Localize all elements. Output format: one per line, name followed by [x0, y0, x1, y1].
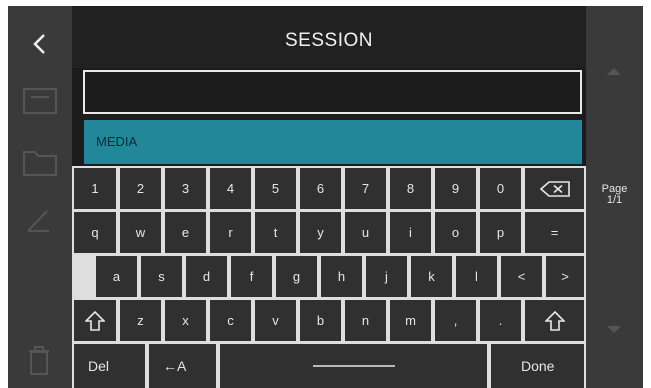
key-6[interactable]: 6	[300, 168, 341, 209]
key-9[interactable]: 9	[435, 168, 476, 209]
key-w[interactable]: w	[120, 212, 161, 253]
on-screen-keyboard: 1 2 3 4 5 6 7 8 9 0 q w e r t y u i o p …	[72, 166, 586, 388]
key-z[interactable]: z	[120, 300, 161, 341]
key-2[interactable]: 2	[120, 168, 161, 209]
case-toggle-key[interactable]: ←A	[149, 344, 216, 388]
key-j[interactable]: j	[366, 256, 407, 297]
shift-icon	[85, 310, 105, 331]
key-t[interactable]: t	[255, 212, 296, 253]
key-n[interactable]: n	[345, 300, 386, 341]
suggestion-item-media[interactable]: MEDIA	[84, 120, 582, 164]
key-1[interactable]: 1	[74, 168, 116, 209]
key-f[interactable]: f	[231, 256, 272, 297]
key-5[interactable]: 5	[255, 168, 296, 209]
key-i[interactable]: i	[390, 212, 431, 253]
done-button[interactable]: Done	[491, 344, 584, 388]
backspace-key[interactable]	[525, 168, 584, 209]
key-greater-than[interactable]: >	[546, 256, 584, 297]
key-7[interactable]: 7	[345, 168, 386, 209]
back-button[interactable]	[28, 32, 52, 56]
page-title: SESSION	[285, 30, 373, 51]
chevron-left-icon	[33, 34, 45, 54]
document-icon[interactable]	[23, 88, 57, 114]
key-d[interactable]: d	[186, 256, 227, 297]
space-key[interactable]	[220, 344, 487, 388]
triangle-down-icon[interactable]	[607, 326, 621, 333]
trash-icon[interactable]	[28, 346, 50, 376]
session-screen: SESSION MEDIA 1 2 3 4 5 6 7 8 9 0 q w e …	[8, 6, 643, 388]
pencil-icon[interactable]	[25, 206, 53, 234]
key-x[interactable]: x	[165, 300, 206, 341]
backspace-icon	[539, 180, 570, 197]
key-equals[interactable]: =	[525, 212, 584, 253]
page-indicator: Page 1/1	[586, 184, 643, 206]
key-u[interactable]: u	[345, 212, 386, 253]
key-s[interactable]: s	[141, 256, 182, 297]
right-rail: Page 1/1	[586, 6, 643, 388]
header: SESSION	[72, 6, 586, 68]
text-input[interactable]	[83, 70, 582, 114]
page-indicator-value: 1/1	[606, 194, 623, 206]
key-3[interactable]: 3	[165, 168, 206, 209]
key-l[interactable]: l	[456, 256, 497, 297]
key-e[interactable]: e	[165, 212, 206, 253]
key-b[interactable]: b	[300, 300, 341, 341]
key-m[interactable]: m	[390, 300, 431, 341]
key-a[interactable]: a	[96, 256, 137, 297]
key-4[interactable]: 4	[210, 168, 251, 209]
key-0[interactable]: 0	[480, 168, 521, 209]
key-q[interactable]: q	[74, 212, 116, 253]
left-rail	[8, 6, 72, 388]
key-v[interactable]: v	[255, 300, 296, 341]
key-less-than[interactable]: <	[501, 256, 542, 297]
shift-icon	[544, 310, 565, 331]
key-o[interactable]: o	[435, 212, 476, 253]
key-r[interactable]: r	[210, 212, 251, 253]
del-key[interactable]: Del	[74, 344, 145, 388]
key-8[interactable]: 8	[390, 168, 431, 209]
key-p[interactable]: p	[480, 212, 521, 253]
triangle-up-icon[interactable]	[607, 68, 621, 75]
key-comma[interactable]: ,	[435, 300, 476, 341]
shift-key-left[interactable]	[74, 300, 116, 341]
key-k[interactable]: k	[411, 256, 452, 297]
space-icon	[312, 365, 395, 367]
folder-icon[interactable]	[23, 148, 57, 176]
key-y[interactable]: y	[300, 212, 341, 253]
key-h[interactable]: h	[321, 256, 362, 297]
key-period[interactable]: .	[480, 300, 521, 341]
key-g[interactable]: g	[276, 256, 317, 297]
shift-key-right[interactable]	[525, 300, 584, 341]
key-c[interactable]: c	[210, 300, 251, 341]
